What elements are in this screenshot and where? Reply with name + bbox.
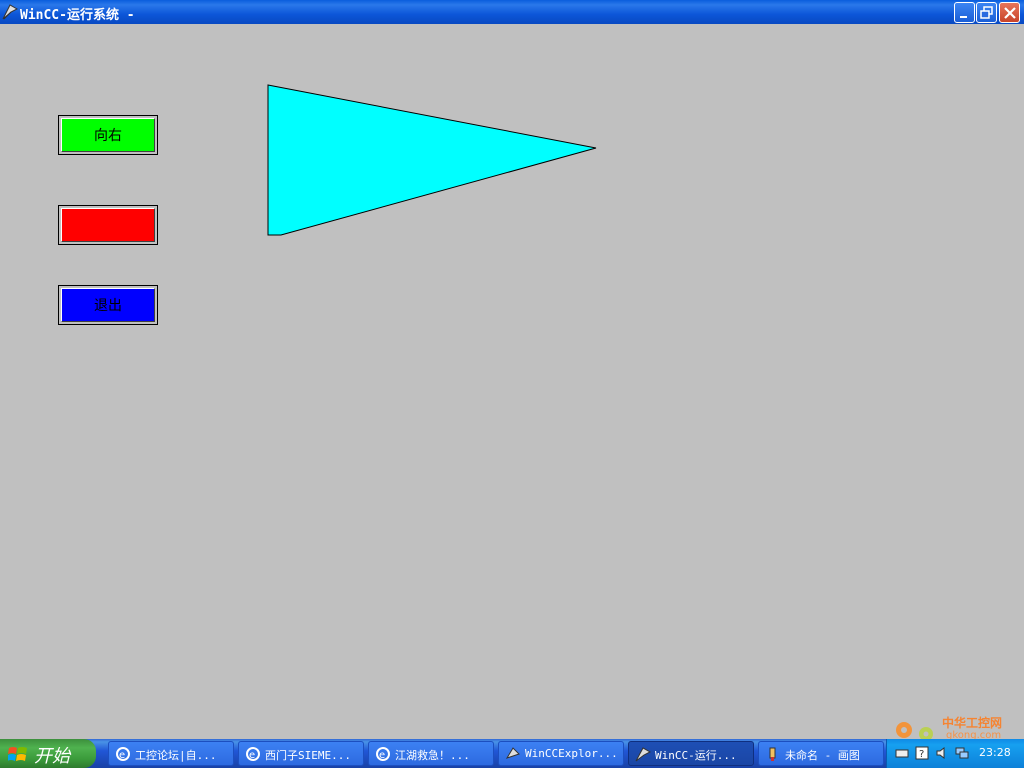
minimize-icon	[960, 16, 967, 18]
runtime-canvas: 向右 向左 退出	[0, 24, 1024, 739]
network-icon[interactable]	[955, 746, 969, 760]
system-tray: ? 23:28	[886, 739, 1024, 768]
ie-icon: e	[246, 747, 260, 761]
taskbar-item-label: 江湖救急！...	[395, 749, 470, 762]
restore-button[interactable]	[976, 2, 997, 23]
title-bar[interactable]: WinCC-运行系统 -	[0, 0, 1024, 24]
window-title: WinCC-运行系统 -	[20, 8, 135, 23]
ie-icon: e	[116, 747, 130, 761]
taskbar-item-paint[interactable]: 未命名 - 画图	[758, 741, 884, 766]
start-button[interactable]: 开始	[0, 739, 96, 768]
svg-text:e: e	[249, 750, 255, 761]
start-label: 开始	[34, 746, 70, 767]
triangle-shape-canvas	[267, 84, 597, 236]
taskbar-item-label: 未命名 - 画图	[785, 749, 860, 762]
wincc-icon	[2, 3, 19, 21]
taskbar-item-label: WinCC-运行...	[655, 749, 737, 762]
taskbar-item-wincc-explorer[interactable]: WinCCExplor...	[498, 741, 624, 766]
close-button[interactable]	[999, 2, 1020, 23]
volume-icon[interactable]	[935, 746, 949, 760]
svg-text:?: ?	[919, 749, 924, 760]
ie-icon: e	[376, 747, 390, 761]
help-icon[interactable]: ?	[915, 746, 929, 760]
svg-text:e: e	[379, 750, 385, 761]
taskbar-item-gkong-forum[interactable]: e 工控论坛|自...	[108, 741, 234, 766]
windows-logo-icon	[8, 747, 27, 761]
restore-icon	[980, 6, 993, 19]
taskbar-item-label: 工控论坛|自...	[135, 749, 217, 762]
taskbar: 开始 e 工控论坛|自... e 西门子SIEME... e 江湖救急！... …	[0, 739, 1024, 768]
taskbar-item-siemens[interactable]: e 西门子SIEME...	[238, 741, 364, 766]
wincc-runtime-icon	[635, 747, 651, 762]
wincc-explorer-icon	[505, 747, 520, 759]
clock: 23:28	[979, 746, 1011, 759]
cyan-triangle[interactable]	[267, 84, 597, 236]
paint-icon	[769, 747, 776, 761]
keyboard-icon[interactable]	[895, 746, 909, 760]
svg-text:e: e	[119, 750, 125, 761]
taskbar-item-help[interactable]: e 江湖救急！...	[368, 741, 494, 766]
taskbar-item-label: WinCCExplor...	[525, 747, 618, 760]
taskbar-item-label: 西门子SIEME...	[265, 749, 351, 762]
minimize-button[interactable]	[954, 2, 975, 23]
close-icon	[1004, 7, 1016, 19]
taskbar-item-wincc-runtime[interactable]: WinCC-运行...	[628, 741, 754, 766]
